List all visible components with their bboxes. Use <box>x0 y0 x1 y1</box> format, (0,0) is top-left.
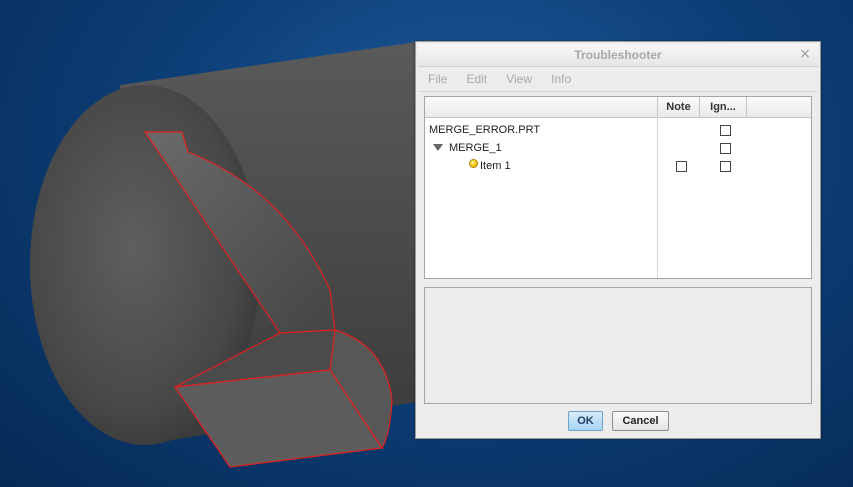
ignore-checkbox[interactable] <box>720 143 731 154</box>
tree-header: Note Ign... <box>425 97 811 118</box>
ok-button[interactable]: OK <box>568 411 603 431</box>
ignore-checkbox[interactable] <box>720 161 731 172</box>
yellow-circle-icon <box>469 159 478 168</box>
dialog-title: Troubleshooter <box>574 48 662 62</box>
menu-view[interactable]: View <box>506 67 532 91</box>
tree-row-part[interactable]: MERGE_ERROR.PRT <box>425 122 811 140</box>
menu-edit[interactable]: Edit <box>466 67 487 91</box>
tree-row-label: Item 1 <box>480 160 511 172</box>
close-icon[interactable]: × <box>798 46 812 62</box>
column-header-ignore[interactable]: Ign... <box>700 97 747 117</box>
column-header-note[interactable]: Note <box>658 97 700 117</box>
title-bar[interactable]: Troubleshooter × <box>418 44 818 67</box>
menu-file[interactable]: File <box>428 67 447 91</box>
tree-row-merge[interactable]: MERGE_1 <box>425 140 811 158</box>
triangle-down-icon[interactable] <box>433 144 443 151</box>
cancel-button[interactable]: Cancel <box>612 411 669 431</box>
tree-row-label: MERGE_1 <box>449 142 502 154</box>
tree-row-label: MERGE_ERROR.PRT <box>429 124 541 136</box>
tree-row-item[interactable]: Item 1 <box>425 158 811 176</box>
info-panel <box>424 287 812 404</box>
column-header-name[interactable] <box>425 97 658 117</box>
menu-bar: File Edit View Info <box>418 67 818 92</box>
troubleshooter-tree[interactable]: Note Ign... MERGE_ERROR.PRT MERGE_1 Item… <box>424 96 812 279</box>
note-checkbox[interactable] <box>676 161 687 172</box>
troubleshooter-dialog: Troubleshooter × File Edit View Info Not… <box>415 41 821 439</box>
ignore-checkbox[interactable] <box>720 125 731 136</box>
menu-info[interactable]: Info <box>551 67 571 91</box>
